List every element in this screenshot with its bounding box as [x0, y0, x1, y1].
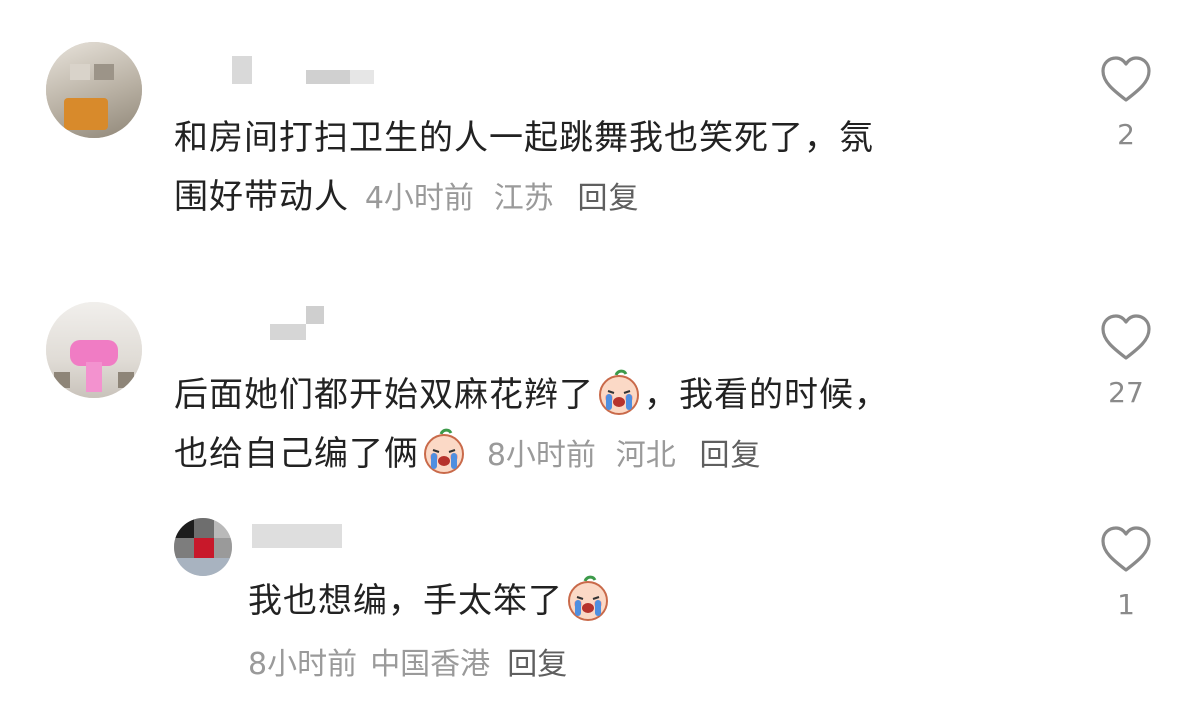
comment-text: 后面她们都开始双麻花辫了 ，我看的时候， 也给自己编了俩 8小时前 河北 回复	[174, 366, 889, 485]
comment-text-line: 也给自己编了俩	[174, 434, 419, 474]
like-count: 2	[1117, 118, 1135, 151]
reply-button[interactable]: 回复	[507, 647, 567, 682]
comment-time: 4小时前	[364, 181, 474, 216]
comment-time: 8小时前	[486, 438, 596, 473]
avatar[interactable]	[46, 42, 142, 138]
reply-text-line: 我也想编，手太笨了	[248, 581, 563, 621]
crying-peach-emoji-icon	[568, 575, 608, 621]
comment-text: 和房间打扫卫生的人一起跳舞我也笑死了，氛 围好带动人 4小时前 江苏 回复	[174, 109, 874, 228]
comment-text-line: ，我看的时候，	[644, 375, 889, 415]
comment-location: 河北	[615, 438, 676, 473]
crying-peach-emoji-icon	[424, 428, 464, 474]
reply-button[interactable]: 回复	[578, 181, 640, 216]
reply-meta: 8小时前 中国香港 回复	[248, 640, 567, 694]
reply-button[interactable]: 回复	[700, 438, 762, 473]
like-button[interactable]: 2	[1091, 54, 1161, 151]
like-count: 27	[1108, 376, 1144, 409]
comment-text-line: 围好带动人	[174, 177, 349, 217]
reply-location: 中国香港	[370, 647, 491, 682]
like-button[interactable]: 27	[1091, 312, 1161, 409]
like-count: 1	[1117, 588, 1135, 621]
avatar[interactable]	[46, 302, 142, 398]
comment-text-line: 和房间打扫卫生的人一起跳舞我也笑死了，氛	[174, 118, 874, 158]
reply-time: 8小时前	[248, 647, 358, 682]
heart-outline-icon	[1101, 56, 1151, 102]
heart-outline-icon	[1101, 526, 1151, 572]
comment-text-line: 后面她们都开始双麻花辫了	[174, 375, 594, 415]
heart-outline-icon	[1101, 314, 1151, 360]
crying-peach-emoji-icon	[599, 369, 639, 415]
comment-location: 江苏	[493, 181, 554, 216]
like-button[interactable]: 1	[1091, 524, 1161, 621]
avatar[interactable]	[174, 518, 232, 576]
reply-text: 我也想编，手太笨了	[248, 572, 613, 631]
